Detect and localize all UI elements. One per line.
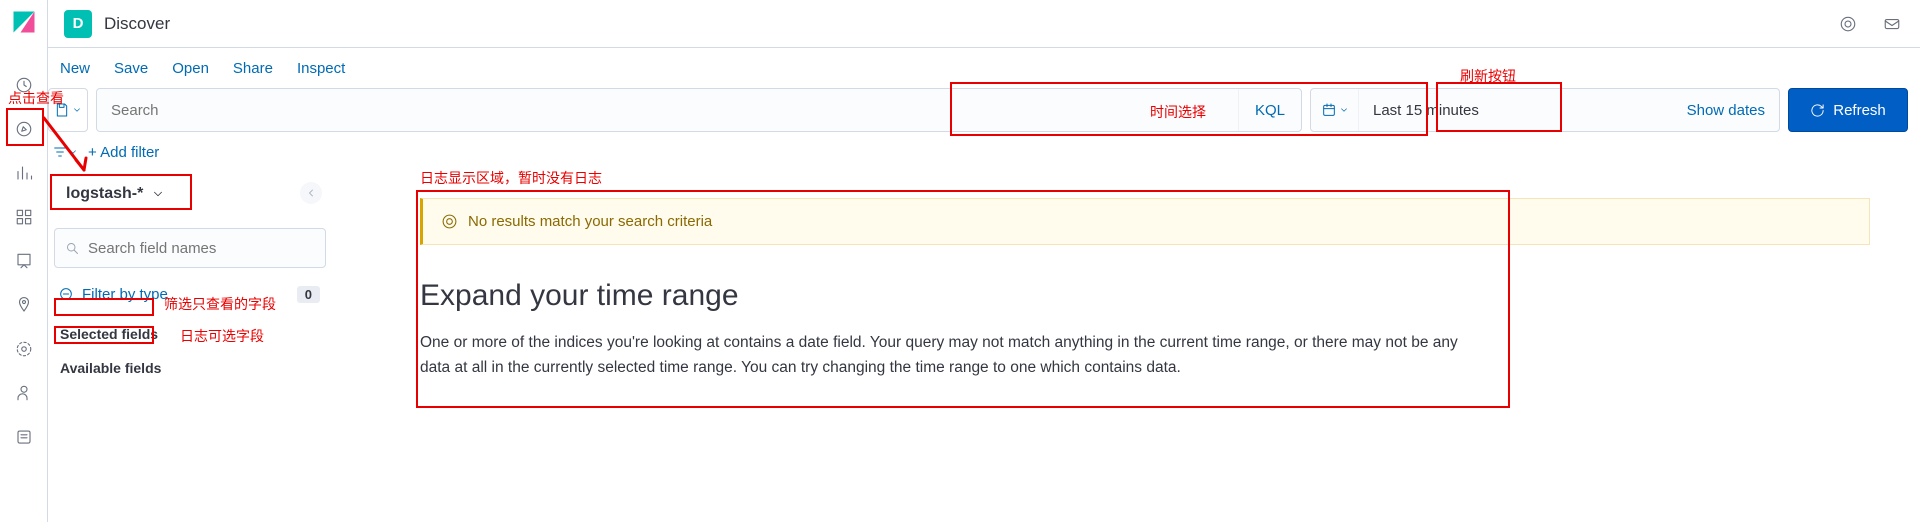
index-pattern-name: logstash-* xyxy=(66,185,143,203)
field-search xyxy=(54,228,326,268)
open-link[interactable]: Open xyxy=(172,60,209,77)
empty-state-title: Expand your time range xyxy=(420,279,1870,313)
date-picker[interactable]: Last 15 minutes Show dates xyxy=(1310,88,1780,132)
search-icon xyxy=(65,241,80,256)
help-icon[interactable] xyxy=(1828,4,1868,44)
new-link[interactable]: New xyxy=(60,60,90,77)
fields-sidebar: logstash-* Filter by type 0 Selected fie… xyxy=(54,174,326,380)
left-nav-rail xyxy=(0,0,48,522)
query-bar: KQL Last 15 minutes Show dates Refresh xyxy=(48,88,1908,132)
time-range-text: Last 15 minutes xyxy=(1373,102,1479,119)
kibana-logo-icon[interactable] xyxy=(10,8,38,41)
anno-log-area: 日志显示区域，暂时没有日志 xyxy=(420,168,602,188)
anno-selected-note: 筛选只查看的字段 xyxy=(164,294,276,314)
breadcrumb: Discover xyxy=(104,14,170,34)
app-menu: New Save Open Share Inspect xyxy=(48,48,1920,88)
kql-toggle[interactable]: KQL xyxy=(1238,89,1301,131)
refresh-label: Refresh xyxy=(1833,102,1886,119)
space-selector[interactable]: D xyxy=(64,10,92,38)
top-header: D Discover xyxy=(48,0,1920,48)
filter-bar: + Add filter xyxy=(48,132,1908,172)
date-range-display: Last 15 minutes Show dates xyxy=(1359,89,1779,131)
field-search-input[interactable] xyxy=(88,240,315,257)
newsfeed-icon[interactable] xyxy=(1872,4,1912,44)
collapse-sidebar-icon[interactable] xyxy=(300,182,322,204)
canvas-icon[interactable] xyxy=(4,241,44,281)
dashboard-icon[interactable] xyxy=(4,197,44,237)
add-filter-link[interactable]: + Add filter xyxy=(88,144,159,161)
search-box: KQL xyxy=(96,88,1302,132)
anno-time-select: 时间选择 xyxy=(1150,102,1206,122)
maps-icon[interactable] xyxy=(4,285,44,325)
calendar-icon xyxy=(1311,89,1359,131)
inspect-link[interactable]: Inspect xyxy=(297,60,345,77)
refresh-button[interactable]: Refresh xyxy=(1788,88,1908,132)
filter-type-count: 0 xyxy=(297,286,320,303)
show-dates-link[interactable]: Show dates xyxy=(1687,102,1765,119)
search-input[interactable] xyxy=(97,89,1238,131)
filter-icon xyxy=(58,286,74,302)
index-pattern-selector[interactable]: logstash-* xyxy=(54,174,326,214)
anno-click-view: 点击查看 xyxy=(8,88,64,108)
space-initial: D xyxy=(73,15,84,32)
anno-refresh-btn: 刷新按钮 xyxy=(1460,66,1516,86)
anno-available-note: 日志可选字段 xyxy=(180,326,264,346)
share-link[interactable]: Share xyxy=(233,60,273,77)
available-fields-header[interactable]: Available fields xyxy=(54,356,326,380)
help-icon xyxy=(441,213,458,230)
ml-icon[interactable] xyxy=(4,329,44,369)
results-area: No results match your search criteria Ex… xyxy=(420,198,1870,381)
empty-state-body: One or more of the indices you're lookin… xyxy=(420,331,1460,381)
chevron-down-icon xyxy=(151,187,165,201)
logs-icon[interactable] xyxy=(4,417,44,457)
no-results-callout: No results match your search criteria xyxy=(420,198,1870,245)
filter-by-type-label: Filter by type xyxy=(82,286,168,303)
anno-arrow xyxy=(36,110,96,180)
save-link[interactable]: Save xyxy=(114,60,148,77)
infra-icon[interactable] xyxy=(4,373,44,413)
callout-text: No results match your search criteria xyxy=(468,213,712,230)
